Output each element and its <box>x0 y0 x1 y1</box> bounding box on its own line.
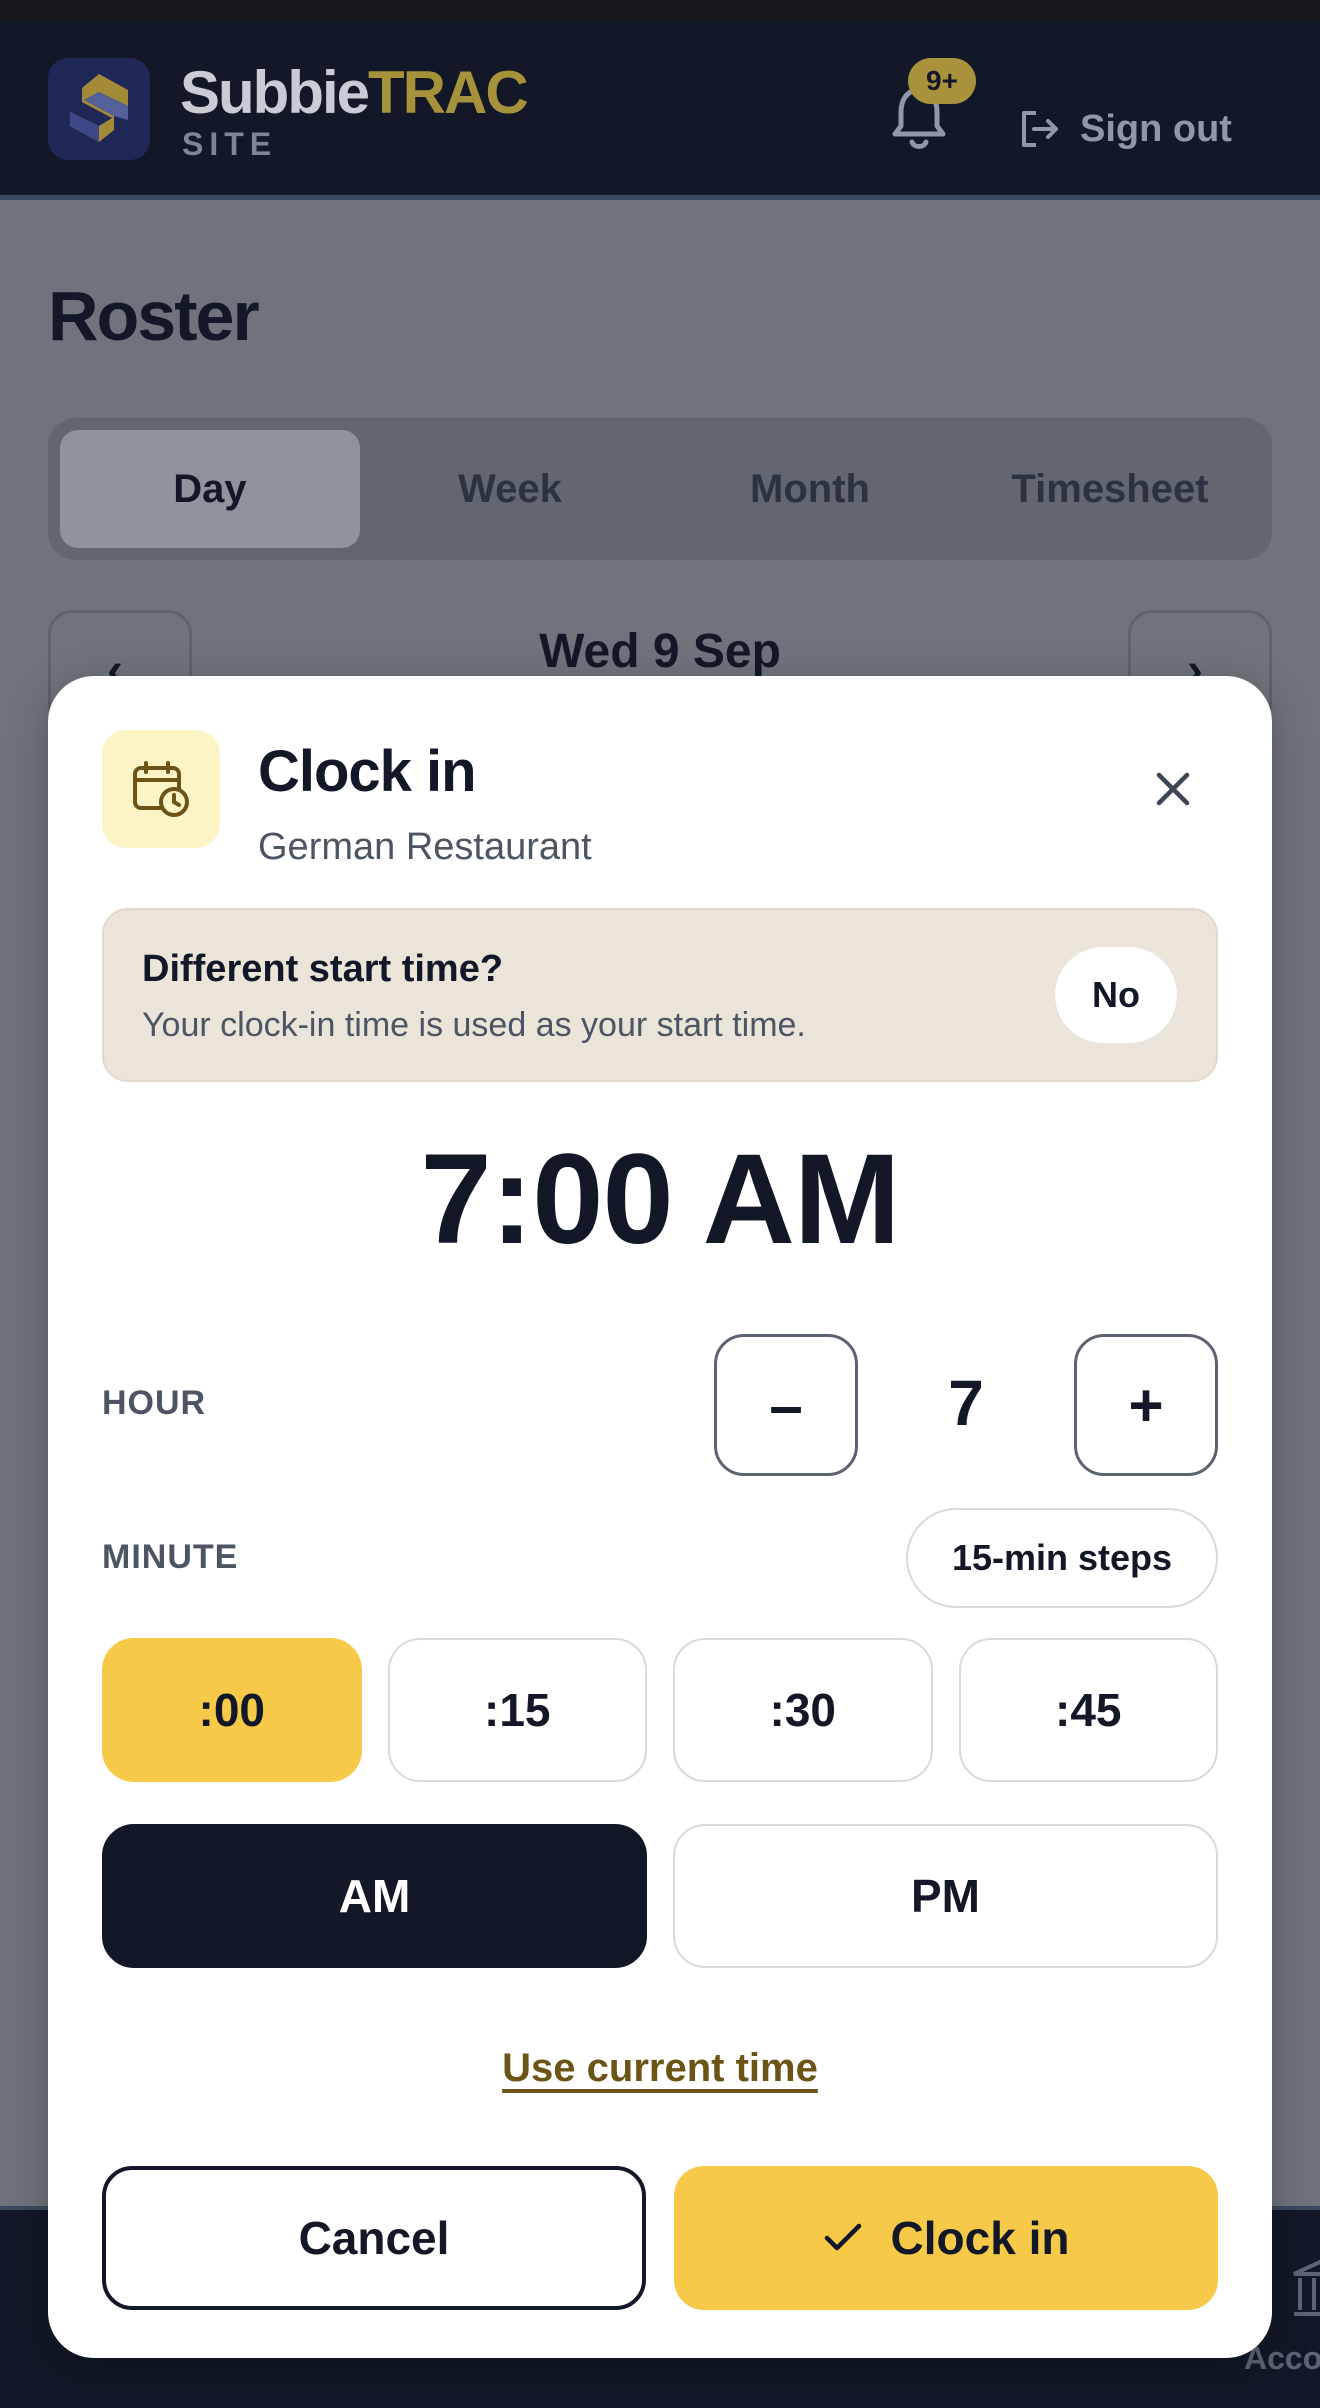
minute-option-30[interactable]: :30 <box>673 1638 933 1782</box>
period-options: AM PM <box>102 1824 1218 1968</box>
sign-out-icon <box>1022 111 1058 147</box>
tab-day[interactable]: Day <box>60 430 360 548</box>
checkmark-icon <box>824 2223 861 2251</box>
different-start-time-toggle[interactable]: No <box>1054 946 1178 1044</box>
period-am-button[interactable]: AM <box>102 1824 647 1968</box>
minute-label: MINUTE <box>102 1538 239 1576</box>
sign-out-button[interactable]: Sign out <box>1018 104 1232 154</box>
calendar-clock-icon <box>133 761 189 817</box>
app-header: SubbieTRAC SITE 9+ Sign out <box>0 20 1320 200</box>
current-date: Wed 9 Sep <box>539 625 781 678</box>
dialog-subtitle: German Restaurant <box>258 826 592 868</box>
hour-label: HOUR <box>102 1384 207 1422</box>
clock-in-button-label: Clock in <box>890 2212 1070 2264</box>
status-bar <box>0 0 1320 20</box>
minute-option-45[interactable]: :45 <box>958 1638 1218 1782</box>
notification-badge: 9+ <box>908 58 976 104</box>
tab-week[interactable]: Week <box>360 430 660 548</box>
sign-out-label: Sign out <box>1080 107 1232 150</box>
minute-steps-toggle[interactable]: 15-min steps <box>906 1508 1218 1608</box>
app-logo[interactable] <box>48 58 150 160</box>
brand-subtitle: SITE <box>182 126 278 162</box>
different-start-time-description: Your clock-in time is used as your start… <box>142 1006 806 1044</box>
hour-value: 7 <box>948 1367 984 1439</box>
minute-option-15[interactable]: :15 <box>387 1638 647 1782</box>
brand-name: SubbieTRAC <box>180 59 529 126</box>
minute-options: :00 :15 :30 :45 <box>102 1638 1218 1782</box>
hour-decrement-button[interactable]: – <box>714 1334 858 1476</box>
use-current-time-link[interactable]: Use current time <box>48 2046 1272 2091</box>
clock-in-button[interactable]: Clock in <box>674 2166 1218 2310</box>
close-button[interactable] <box>1138 754 1208 824</box>
minute-option-00[interactable]: :00 <box>102 1638 362 1782</box>
modal-icon-tile <box>102 730 220 848</box>
tab-timesheet[interactable]: Timesheet <box>960 430 1260 548</box>
view-tabs: Day Week Month Timesheet <box>48 418 1272 560</box>
period-pm-button[interactable]: PM <box>673 1824 1218 1968</box>
dialog-title: Clock in <box>258 739 477 804</box>
cancel-button[interactable]: Cancel <box>102 2166 646 2310</box>
hour-increment-button[interactable]: + <box>1074 1334 1218 1476</box>
tab-month[interactable]: Month <box>660 430 960 548</box>
page-title: Roster <box>48 277 260 355</box>
logo-icon <box>70 74 128 142</box>
different-start-time-panel: Different start time? Your clock-in time… <box>102 908 1218 1082</box>
different-start-time-title: Different start time? <box>142 948 504 990</box>
account-icon[interactable] <box>1290 2256 1320 2325</box>
time-display: 7:00 AM <box>420 1128 900 1271</box>
clock-in-dialog: Clock in German Restaurant Different sta… <box>48 676 1272 2358</box>
close-icon <box>1156 772 1190 806</box>
